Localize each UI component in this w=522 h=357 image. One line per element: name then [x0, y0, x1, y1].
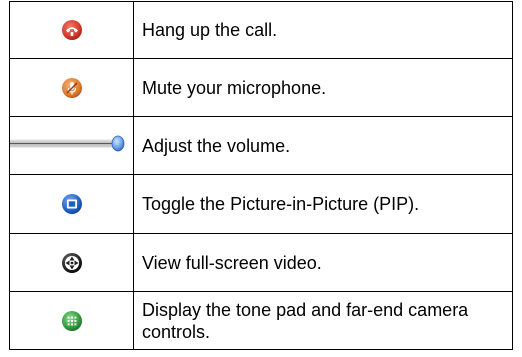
- legend-description: Hang up the call.: [133, 1, 513, 59]
- controls-legend-table: Hang up the call. Mute your microphone. …: [9, 1, 513, 350]
- pip-toggle-icon: [61, 193, 83, 215]
- legend-description: Mute your microphone.: [133, 58, 513, 117]
- legend-description: Display the tone pad and far-end camera …: [133, 291, 513, 350]
- legend-row-mute: Mute your microphone.: [9, 58, 513, 117]
- legend-row-tone-pad: Display the tone pad and far-end camera …: [9, 291, 513, 350]
- hang-up-icon: [61, 19, 83, 41]
- legend-row-pip: Toggle the Picture-in-Picture (PIP).: [9, 174, 513, 234]
- legend-description: Adjust the volume.: [133, 116, 513, 175]
- icon-cell: [9, 291, 134, 350]
- legend-description: Toggle the Picture-in-Picture (PIP).: [133, 174, 513, 234]
- legend-description: View full-screen video.: [133, 233, 513, 292]
- microphone-mute-icon: [61, 77, 83, 99]
- legend-row-hang-up: Hang up the call.: [9, 1, 513, 59]
- full-screen-icon: [61, 252, 83, 274]
- icon-cell: [9, 116, 134, 175]
- tone-pad-icon: [61, 310, 83, 332]
- icon-cell: [9, 58, 134, 117]
- icon-cell: [9, 233, 134, 292]
- volume-slider-icon: [10, 133, 126, 158]
- icon-cell: [9, 174, 134, 234]
- legend-row-full-screen: View full-screen video.: [9, 233, 513, 292]
- icon-cell: [9, 1, 134, 59]
- legend-row-volume: Adjust the volume.: [9, 116, 513, 175]
